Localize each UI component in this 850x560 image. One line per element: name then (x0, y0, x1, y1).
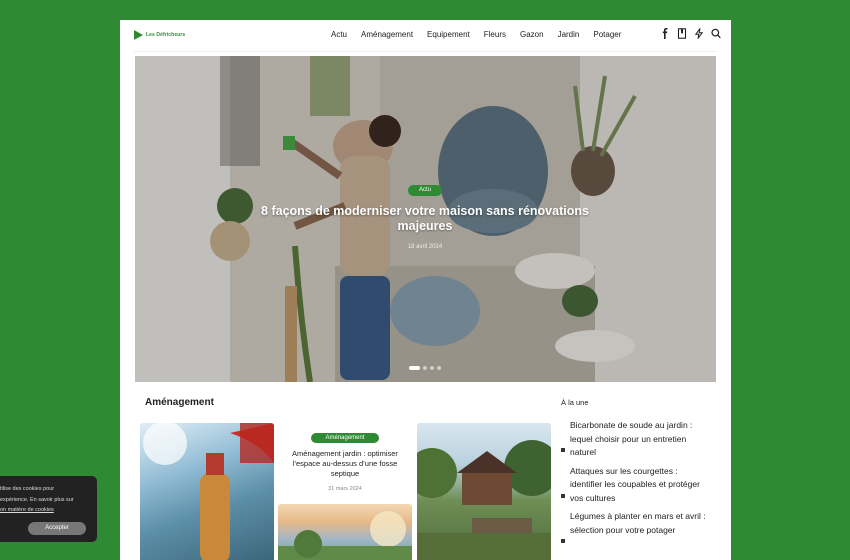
cookie-text: tilise des cookies pour expérience. En s… (0, 484, 94, 516)
slider-dot-2[interactable] (423, 366, 427, 370)
cookie-line-2: expérience. En savoir plus sur (0, 496, 74, 503)
featured-category-badge[interactable]: Aménagement (311, 433, 379, 443)
sidebar-title: À la une (561, 398, 589, 407)
logo-mark-icon (134, 30, 143, 40)
slider-dot-3[interactable] (430, 366, 434, 370)
header-divider (134, 51, 717, 52)
site-logo[interactable]: Les Défricheurs (134, 30, 185, 40)
sidebar-item[interactable]: Bicarbonate de soude au jardin : lequel … (561, 419, 711, 460)
sprayer-illustration (143, 423, 274, 560)
lightning-icon[interactable] (694, 28, 704, 39)
featured-article-title[interactable]: Aménagement jardin : optimiser l’espace … (282, 449, 408, 479)
nav-item-fleurs[interactable]: Fleurs (477, 30, 513, 39)
sidebar-item[interactable]: Légumes à planter en mars et avril : sél… (561, 510, 711, 543)
sidebar-item[interactable]: Attaques sur les courgettes : identifier… (561, 465, 711, 506)
slider-dot-1[interactable] (409, 366, 420, 370)
nav-item-equipement[interactable]: Equipement (420, 30, 477, 39)
slider-dots (409, 366, 441, 370)
nav-item-jardin[interactable]: Jardin (551, 30, 587, 39)
sunset-illustration (278, 511, 412, 560)
sidebar-list: Bicarbonate de soude au jardin : lequel … (561, 419, 711, 543)
main-nav: Actu Aménagement Equipement Fleurs Gazon… (324, 30, 628, 39)
nav-item-gazon[interactable]: Gazon (513, 30, 551, 39)
slider-dot-4[interactable] (437, 366, 441, 370)
hero-slider[interactable]: Actu 8 façons de moderniser votre maison… (135, 56, 716, 382)
page-container: Les Défricheurs Actu Aménagement Equipem… (120, 20, 731, 560)
article-image-sunset[interactable] (278, 504, 412, 560)
article-image-garden-cabin[interactable] (417, 423, 551, 560)
cookie-line-1: tilise des cookies pour (0, 486, 55, 492)
cookie-accept-button[interactable]: Accepter (28, 522, 86, 535)
hero-date: 18 avril 2024 (407, 244, 443, 250)
cookie-banner: tilise des cookies pour expérience. En s… (0, 476, 97, 542)
logo-text: Les Défricheurs (146, 32, 186, 38)
article-image-sprayer[interactable] (140, 423, 274, 560)
facebook-icon[interactable] (660, 28, 670, 39)
cookie-policy-link[interactable]: on matière de cookies (0, 505, 94, 516)
nav-item-amenagement[interactable]: Aménagement (354, 30, 420, 39)
search-icon[interactable] (711, 28, 721, 39)
hero-category-badge[interactable]: Actu (408, 185, 442, 196)
garden-cabin-illustration (417, 440, 551, 560)
section-title: Aménagement (145, 397, 214, 408)
featured-article-date: 31 mars 2024 (328, 486, 362, 492)
nav-item-potager[interactable]: Potager (586, 30, 628, 39)
nav-item-actu[interactable]: Actu (324, 30, 354, 39)
bookmark-icon[interactable] (677, 28, 687, 39)
header-icons (660, 28, 721, 39)
hero-title[interactable]: 8 façons de moderniser votre maison sans… (245, 204, 605, 234)
site-header: Les Défricheurs Actu Aménagement Equipem… (120, 20, 731, 52)
